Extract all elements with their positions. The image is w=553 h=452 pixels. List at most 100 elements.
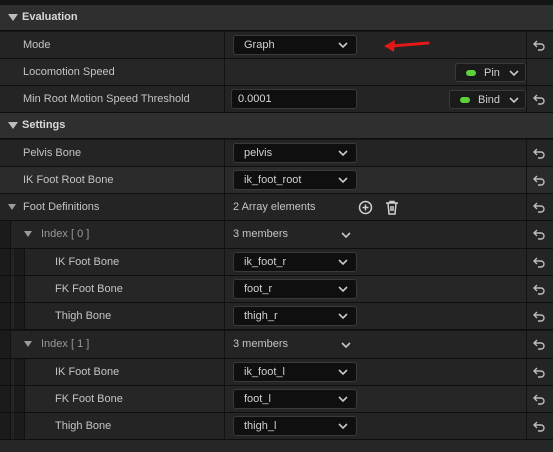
column-divider — [224, 167, 225, 193]
reset-arrow-icon[interactable] — [533, 257, 545, 268]
dropdown-value: ik_foot_l — [244, 366, 285, 378]
property-label: Pelvis Bone — [23, 147, 82, 159]
reset-arrow-icon[interactable] — [533, 367, 545, 378]
property-row-foot-definitions[interactable]: Foot Definitions 2 Array elements — [0, 194, 553, 221]
chevron-down-icon — [338, 286, 348, 293]
indent-guide — [0, 359, 11, 385]
dropdown-value: Graph — [244, 39, 275, 51]
dropdown-value: thigh_l — [244, 420, 277, 432]
reset-arrow-icon[interactable] — [533, 175, 545, 186]
add-circle-icon[interactable] — [358, 200, 373, 215]
reset-arrow-icon[interactable] — [533, 394, 545, 405]
reset-arrow-icon[interactable] — [533, 311, 545, 322]
reset-column-divider — [526, 167, 527, 193]
category-title: Settings — [22, 119, 66, 131]
indent-guide — [14, 413, 25, 439]
chevron-down-icon — [338, 177, 348, 184]
property-label: Locomotion Speed — [23, 66, 115, 78]
property-label: Min Root Motion Speed Threshold — [23, 93, 190, 105]
reset-column-divider — [526, 32, 527, 58]
category-evaluation[interactable]: Evaluation — [0, 5, 553, 31]
collapse-triangle-icon[interactable] — [8, 122, 18, 129]
reset-column-divider — [526, 386, 527, 412]
reset-column-divider — [526, 86, 527, 112]
property-label: FK Foot Bone — [55, 393, 123, 405]
reset-arrow-icon[interactable] — [533, 284, 545, 295]
index-label: Index [ 0 ] — [41, 228, 90, 240]
property-row-min-root-motion-speed: Min Root Motion Speed Threshold 0.0001 B… — [0, 86, 553, 113]
property-row-mode: Mode Graph — [0, 32, 553, 59]
category-title: Evaluation — [22, 11, 78, 23]
reset-arrow-icon[interactable] — [533, 421, 545, 432]
indent-guide — [0, 413, 11, 439]
reset-column-divider — [526, 303, 527, 329]
ik-foot-bone-dropdown[interactable]: ik_foot_l — [233, 362, 357, 382]
collapse-triangle-icon[interactable] — [24, 341, 32, 347]
chevron-down-icon[interactable] — [341, 231, 351, 239]
reset-arrow-icon[interactable] — [533, 202, 545, 213]
pin-button[interactable]: Pin — [455, 63, 526, 82]
column-divider — [224, 194, 225, 220]
column-divider — [224, 86, 225, 112]
reset-column-divider — [526, 194, 527, 220]
column-divider — [224, 359, 225, 385]
reset-column-divider — [526, 221, 527, 248]
property-label: FK Foot Bone — [55, 283, 123, 295]
indent-guide — [14, 303, 25, 329]
array-count: 2 Array elements — [233, 201, 316, 213]
ik-foot-root-bone-dropdown[interactable]: ik_foot_root — [233, 170, 357, 190]
reset-arrow-icon[interactable] — [533, 40, 545, 51]
chevron-down-icon — [509, 70, 519, 77]
input-value: 0.0001 — [238, 93, 272, 105]
collapse-triangle-icon[interactable] — [8, 204, 16, 210]
chevron-down-icon — [509, 97, 519, 104]
pin-indicator-icon — [466, 70, 476, 76]
property-row-thigh-bone: Thigh Bone thigh_l — [0, 413, 553, 440]
array-element-index-1[interactable]: Index [ 1 ] 3 members — [0, 331, 553, 359]
reset-column-divider — [526, 413, 527, 439]
ik-foot-bone-dropdown[interactable]: ik_foot_r — [233, 252, 357, 272]
reset-arrow-icon[interactable] — [533, 339, 545, 350]
array-element-index-0[interactable]: Index [ 0 ] 3 members — [0, 221, 553, 249]
property-label: Thigh Bone — [55, 420, 112, 432]
members-count: 3 members — [233, 338, 289, 350]
column-divider — [224, 413, 225, 439]
category-settings[interactable]: Settings — [0, 113, 553, 139]
pelvis-bone-dropdown[interactable]: pelvis — [233, 143, 357, 163]
red-arrow-annotation — [384, 40, 430, 52]
property-label: IK Foot Bone — [55, 256, 120, 268]
indent-guide — [0, 303, 11, 329]
property-label: Foot Definitions — [23, 201, 100, 213]
chevron-down-icon — [338, 42, 348, 49]
indent-guide — [14, 359, 25, 385]
chevron-down-icon — [338, 423, 348, 430]
mode-dropdown[interactable]: Graph — [233, 35, 357, 55]
bind-button[interactable]: Bind — [449, 90, 526, 109]
collapse-triangle-icon[interactable] — [8, 14, 18, 21]
reset-column-divider — [526, 276, 527, 302]
dropdown-value: thigh_r — [244, 310, 278, 322]
thigh-bone-dropdown[interactable]: thigh_r — [233, 306, 357, 326]
dropdown-value: pelvis — [244, 147, 273, 159]
dropdown-value: foot_l — [244, 393, 271, 405]
reset-arrow-icon[interactable] — [533, 229, 545, 240]
thigh-bone-dropdown[interactable]: thigh_l — [233, 416, 357, 436]
column-divider — [224, 331, 225, 358]
indent-guide — [14, 386, 25, 412]
reset-arrow-icon[interactable] — [533, 148, 545, 159]
column-divider — [224, 303, 225, 329]
reset-arrow-icon[interactable] — [533, 94, 545, 105]
chevron-down-icon — [338, 150, 348, 157]
trash-icon[interactable] — [385, 200, 399, 215]
pin-label: Pin — [484, 67, 500, 79]
index-label: Index [ 1 ] — [41, 338, 90, 350]
indent-guide — [0, 331, 11, 358]
collapse-triangle-icon[interactable] — [24, 231, 32, 237]
chevron-down-icon — [338, 259, 348, 266]
bind-label: Bind — [478, 94, 501, 106]
fk-foot-bone-dropdown[interactable]: foot_l — [233, 389, 357, 409]
chevron-down-icon[interactable] — [341, 341, 351, 349]
bind-indicator-icon — [460, 97, 470, 103]
fk-foot-bone-dropdown[interactable]: foot_r — [233, 279, 357, 299]
threshold-input[interactable]: 0.0001 — [231, 89, 357, 109]
